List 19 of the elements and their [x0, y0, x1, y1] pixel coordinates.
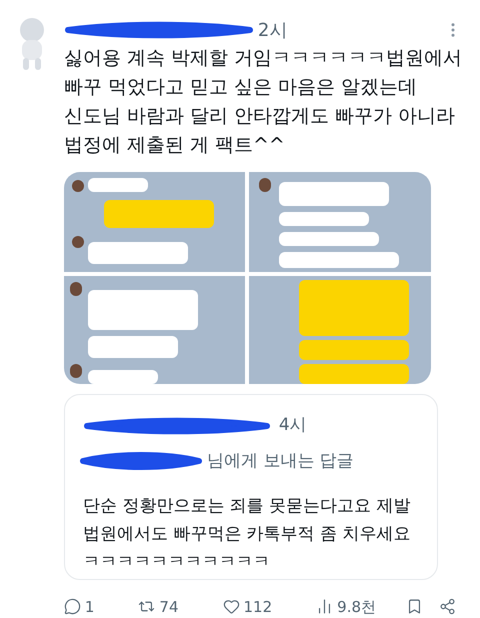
quoted-time: 4시 — [278, 414, 307, 437]
action-count: 1 — [84, 596, 94, 618]
post-text: 빠꾸 먹었다고 믿고 싶은 마음은 알겠는데 — [64, 75, 418, 100]
reply-to-text: 님에게 보내는 답글 — [206, 450, 354, 472]
reply-icon[interactable] — [64, 598, 81, 616]
share-icon[interactable] — [439, 598, 456, 616]
quoted-text: 법원에서도 빠꾸먹은 카톡부적 좀 치우세요 — [82, 523, 412, 546]
post-text: 법정에 제출된 게 팩트^^ — [64, 133, 286, 158]
action-count: 9.8천 — [337, 596, 376, 618]
post-text: 싫어용 계속 박제할 거임ㅋㅋㅋㅋㅋㅋ법원에서 — [64, 46, 462, 71]
post-text: 신도님 바람과 달리 안타깝게도 빠꾸가 아니라 — [64, 104, 456, 129]
action-count: 74 — [159, 596, 179, 618]
heart-icon[interactable] — [222, 598, 240, 616]
bookmark-icon[interactable] — [406, 598, 423, 616]
action-count: 112 — [244, 596, 272, 618]
quoted-text: 단순 정황만으로는 죄를 못묻는다고요 제발 — [82, 495, 412, 518]
quoted-post-card[interactable]: 4시 님에게 보내는 답글 단순 정황만으로는 죄를 못묻는다고요 제발 법원에서도 빠꾸먹은 카톡부적 좀 치우세요 ㅋㅋㅋㅋㅋㅋㅋㅋㅋㅋㅋ — [64, 394, 438, 580]
post-time: 2시 — [258, 18, 288, 42]
quoted-text: ㅋㅋㅋㅋㅋㅋㅋㅋㅋㅋㅋ — [82, 551, 271, 574]
